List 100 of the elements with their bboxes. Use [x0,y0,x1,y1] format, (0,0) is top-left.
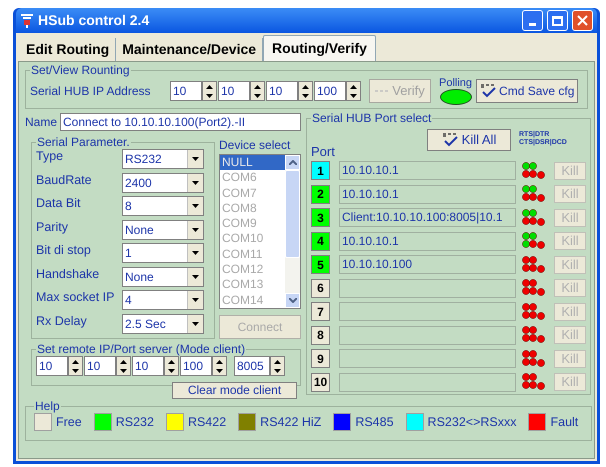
ip-field[interactable]: 10 [170,81,202,101]
port-field[interactable]: Client:10.10.10.100:8005|10.1 [339,208,516,227]
spin-button[interactable] [250,81,265,101]
spin-button[interactable] [164,356,179,376]
ip-field[interactable]: 100 [314,81,346,101]
dropdown[interactable]: 4 [122,290,204,310]
group-title: Help [34,399,61,413]
dropdown[interactable]: RS232 [122,149,204,170]
save-button[interactable]: Cmd Save cfg [476,79,578,103]
ip-field[interactable]: 10 [84,356,116,376]
scroll-up-button[interactable] [285,155,300,170]
field-label: Data Bit [36,196,82,211]
port-field[interactable] [339,302,516,321]
dropdown-arrow-button[interactable] [187,314,203,333]
field-label: Max socket IP [36,290,116,305]
legend-label: RS232<>RSxxx [428,414,516,431]
down-arrow-icon [206,94,213,98]
down-arrow-icon [120,368,127,372]
dropdown-arrow-button[interactable] [187,220,203,239]
dropdown[interactable]: 8 [122,196,204,216]
tab[interactable]: Routing/Verify [263,35,376,61]
down-arrow-icon [274,368,281,372]
ip-field[interactable]: 10 [132,356,164,376]
device-select-label: Device select [219,138,292,153]
port-number: 8 [311,326,330,344]
caret-icon [192,298,199,302]
dropdown[interactable]: None [122,266,204,287]
port-number: 5 [311,255,330,274]
legend-label: Fault [550,414,578,431]
app-icon [20,12,34,28]
port-field[interactable]: 8005 [234,356,270,376]
scroll-thumb[interactable] [285,170,300,258]
ip-field[interactable]: 10 [218,81,250,101]
caret-icon [192,274,199,279]
kill-all-button[interactable]: Kill All [427,129,511,151]
field-label: BaudRate [36,172,93,188]
port-header: Port [311,142,336,160]
clear-mode-client-button[interactable]: Clear mode client [172,382,297,399]
dropdown[interactable]: 1 [122,243,204,264]
up-arrow-icon [120,360,127,364]
spin-button[interactable] [212,356,227,376]
spin-button[interactable] [116,356,131,376]
port-field[interactable] [339,349,516,368]
down-arrow-icon [302,94,309,98]
down-arrow-icon [350,94,357,98]
port-field[interactable] [339,372,516,392]
scrollbar[interactable] [285,155,300,308]
dropdown-arrow-button[interactable] [187,174,203,192]
caret-icon [192,180,199,185]
up-arrow-icon [302,84,309,88]
spin-button[interactable] [202,81,217,101]
group-title: Set/View Rounting [30,63,131,77]
name-field[interactable]: Connect to 10.10.10.100(Port2).-II [60,113,301,131]
field-label: Handshake [36,266,100,282]
name-label: Name [25,114,58,131]
dropdown-arrow-button[interactable] [187,268,203,286]
dropdown-arrow-button[interactable] [187,291,203,310]
up-arrow-icon [206,84,213,88]
port-number: 9 [311,349,330,368]
ip-field[interactable]: 10 [36,356,68,376]
port-number: 10 [311,372,330,392]
group-title: Set remote IP/Port server (Mode client) [36,342,246,356]
port-field[interactable]: 10.10.10.1 [339,161,516,180]
dropdown[interactable]: None [122,220,204,240]
spin-button[interactable] [270,356,285,376]
field-label: Parity [36,220,69,234]
dropdown[interactable]: 2400 [122,172,204,193]
port-field[interactable] [339,278,516,298]
maximize-button[interactable] [547,10,568,31]
spellcheck-icon [442,133,458,147]
window-title: HSub control 2.4 [38,11,150,30]
legend-label: RS422 HiZ [260,414,322,431]
dropdown[interactable]: 2.5 Sec [122,314,204,334]
legend-label: RS422 [188,414,226,431]
ip-field[interactable]: 10 [266,81,298,101]
port-field[interactable] [339,326,516,344]
port-number: 7 [311,302,330,321]
dropdown-arrow-button[interactable] [187,197,203,216]
ip-field[interactable]: 100 [180,356,212,376]
port-field[interactable]: 10.10.10.1 [339,184,516,204]
legend-label: RS485 [355,414,394,431]
close-button[interactable] [572,10,593,31]
port-field[interactable]: 10.10.10.1 [339,232,516,250]
spin-button[interactable] [298,81,313,101]
spin-button[interactable] [346,81,361,101]
dropdown-arrow-button[interactable] [187,244,203,262]
caret-icon [192,251,199,256]
down-arrow-icon [254,94,261,98]
legend-label: RS232 [116,414,154,431]
down-arrow-icon [72,368,79,372]
caret-icon [192,157,199,162]
minimize-button[interactable] [522,10,543,31]
device-item[interactable]: NULL [220,155,285,170]
port-field[interactable]: 10.10.10.100 [339,255,516,274]
scroll-down-button[interactable] [285,293,300,308]
spin-button[interactable] [68,356,83,376]
up-arrow-icon [168,360,175,364]
port-number: 1 [311,161,330,180]
spellcheck-icon [480,84,496,98]
dropdown-arrow-button[interactable] [187,150,203,168]
